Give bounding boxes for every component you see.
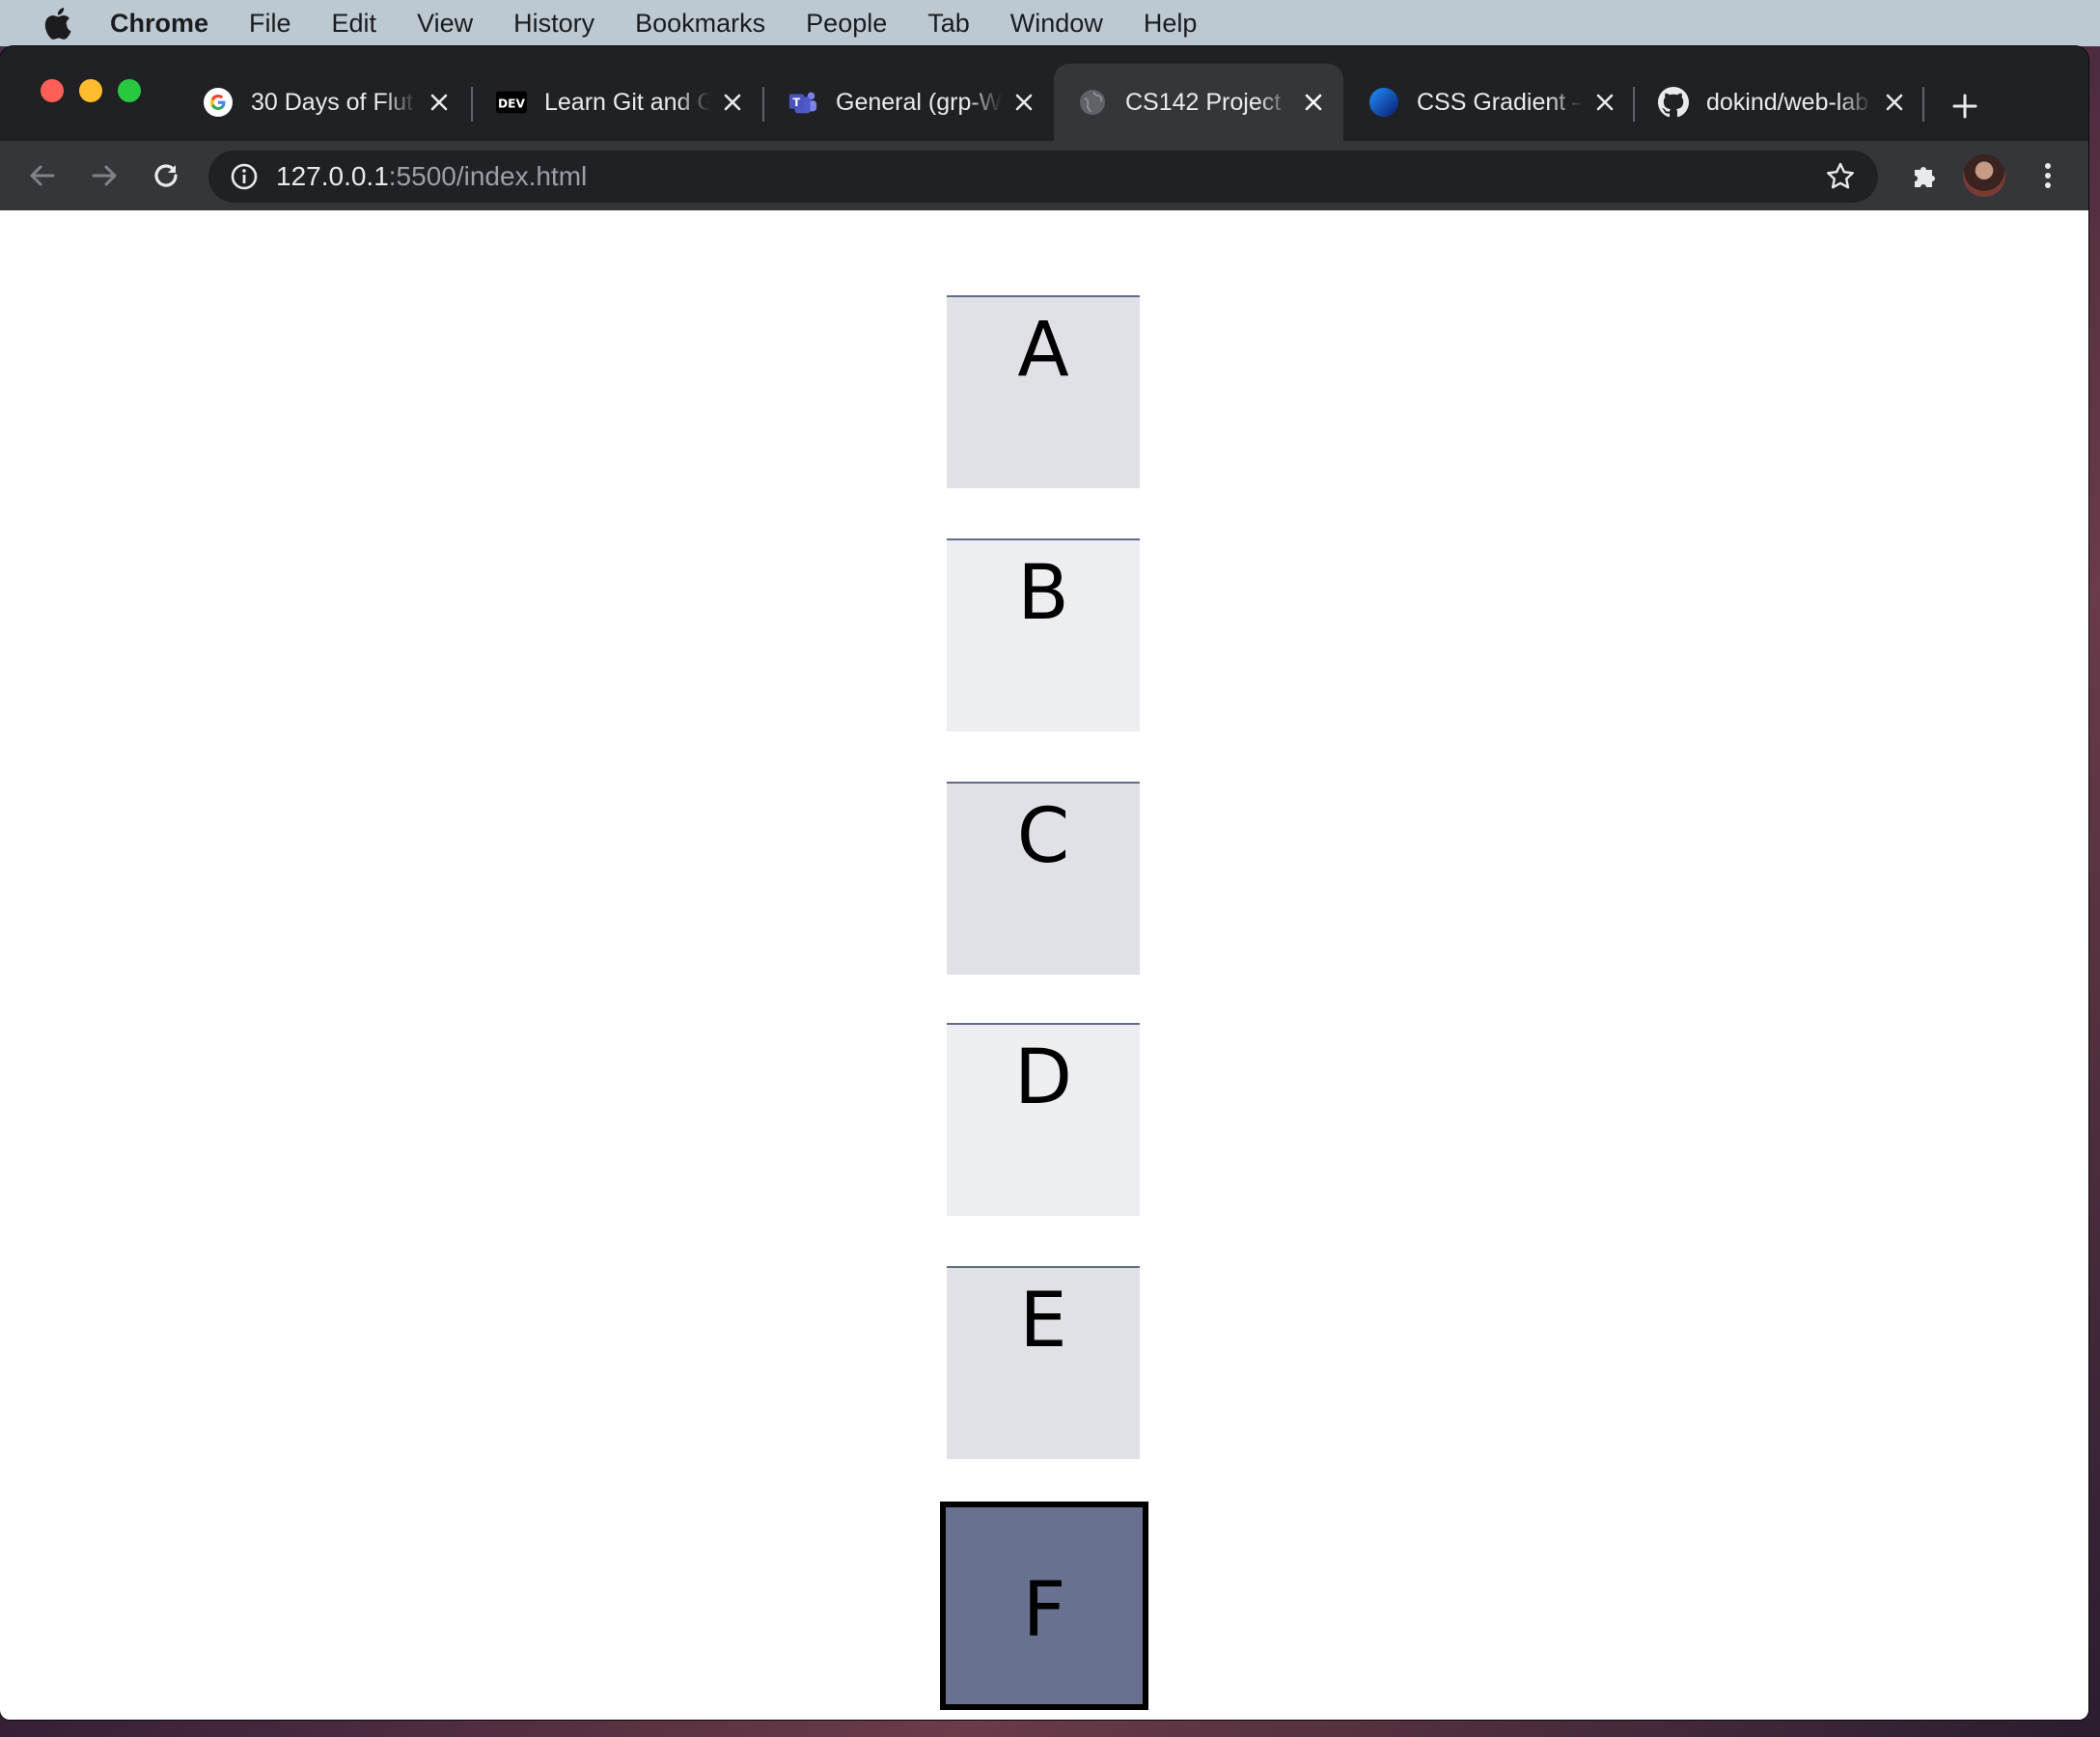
close-tab-icon[interactable] [1880, 88, 1909, 117]
info-icon[interactable] [228, 160, 261, 193]
browser-window: 30 Days of Flut DEV Learn Git and G T Ge… [0, 46, 2088, 1720]
close-tab-icon[interactable] [718, 88, 747, 117]
box-label: F [1022, 1567, 1066, 1654]
address-bar[interactable]: 127.0.0.1:5500/index.html [208, 151, 1878, 203]
url-text: 127.0.0.1:5500/index.html [276, 161, 587, 192]
gradient-circle-icon [1368, 87, 1399, 118]
github-icon [1658, 87, 1689, 118]
bookmark-star-icon[interactable] [1824, 160, 1857, 193]
svg-text:T: T [793, 96, 801, 109]
close-window-button[interactable] [41, 79, 64, 102]
close-tab-icon[interactable] [1009, 88, 1038, 117]
apple-logo-icon[interactable] [41, 7, 73, 40]
box-c[interactable]: C [947, 782, 1140, 975]
tab-30-days-of-flutter[interactable]: 30 Days of Flut [180, 64, 469, 141]
dev-icon: DEV [496, 87, 527, 118]
close-tab-icon[interactable] [425, 88, 454, 117]
box-a[interactable]: A [947, 295, 1140, 488]
minimize-window-button[interactable] [79, 79, 102, 102]
macos-menu-bar: Chrome File Edit View History Bookmarks … [0, 0, 2100, 46]
globe-icon [1077, 87, 1108, 118]
tab-strip: 30 Days of Flut DEV Learn Git and G T Ge… [0, 46, 2088, 141]
back-arrow-icon[interactable] [21, 154, 64, 197]
menu-app-name[interactable]: Chrome [110, 9, 208, 39]
svg-text:DEV: DEV [498, 97, 525, 111]
box-label: C [1016, 793, 1070, 880]
tab-title: dokind/web-lab [1706, 88, 1869, 116]
page-content: A B C D E F [0, 210, 2088, 1720]
tab-css-gradient[interactable]: CSS Gradient – [1345, 64, 1635, 141]
teams-icon: T [788, 87, 818, 118]
box-b[interactable]: B [947, 538, 1140, 731]
extensions-puzzle-icon[interactable] [1905, 156, 1944, 195]
menu-edit[interactable]: Edit [332, 9, 377, 39]
tab-title: CSS Gradient – [1417, 88, 1583, 116]
new-tab-plus-icon[interactable] [1948, 89, 1982, 124]
tab-learn-git[interactable]: DEV Learn Git and G [473, 64, 762, 141]
url-path: :5500/index.html [388, 161, 588, 191]
tab-title: Learn Git and G [544, 88, 710, 116]
box-label: E [1019, 1278, 1067, 1365]
box-d[interactable]: D [947, 1023, 1140, 1216]
google-icon [203, 87, 234, 118]
tab-separator [1922, 87, 1924, 122]
menu-window[interactable]: Window [1010, 9, 1103, 39]
menu-history[interactable]: History [513, 9, 594, 39]
menu-file[interactable]: File [249, 9, 291, 39]
menu-help[interactable]: Help [1144, 9, 1198, 39]
menu-tab[interactable]: Tab [927, 9, 970, 39]
menu-view[interactable]: View [417, 9, 473, 39]
forward-arrow-icon[interactable] [83, 154, 125, 197]
tab-dokind-web-lab[interactable]: dokind/web-lab [1635, 64, 1924, 141]
profile-avatar[interactable] [1963, 154, 2005, 197]
tab-title: General (grp-W [836, 88, 1002, 116]
tab-general-teams[interactable]: T General (grp-W [764, 64, 1054, 141]
zoom-window-button[interactable] [118, 79, 141, 102]
menu-people[interactable]: People [806, 9, 887, 39]
close-tab-icon[interactable] [1299, 88, 1328, 117]
url-host: 127.0.0.1 [276, 161, 389, 191]
tab-title: 30 Days of Flut [251, 88, 414, 116]
tab-cs142-project[interactable]: CS142 Project [1054, 64, 1343, 141]
browser-toolbar: 127.0.0.1:5500/index.html [0, 141, 2088, 210]
box-label: D [1013, 1034, 1073, 1121]
box-f[interactable]: F [940, 1502, 1148, 1710]
more-menu-icon[interactable] [2027, 154, 2069, 197]
reload-icon[interactable] [145, 154, 187, 197]
menu-bookmarks[interactable]: Bookmarks [635, 9, 765, 39]
tab-title: CS142 Project [1125, 88, 1282, 116]
box-e[interactable]: E [947, 1266, 1140, 1459]
close-tab-icon[interactable] [1590, 88, 1619, 117]
box-label: B [1017, 550, 1069, 637]
box-label: A [1017, 307, 1069, 394]
